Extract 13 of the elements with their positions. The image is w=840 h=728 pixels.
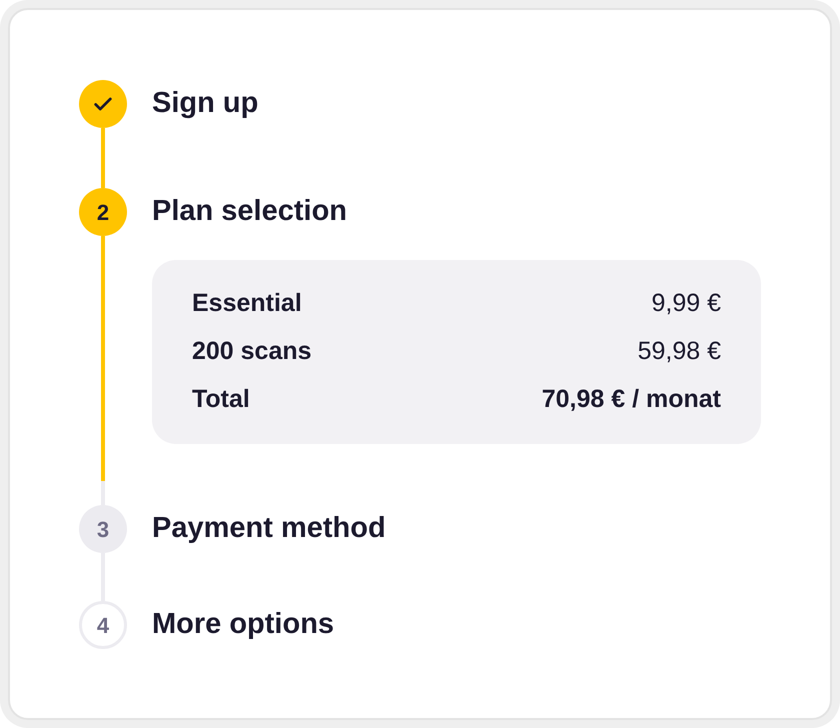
total-price: 70,98 € / monat: [542, 384, 721, 416]
step-title: Plan selection: [152, 194, 348, 230]
price-label: Essential: [192, 288, 302, 320]
step-title: More options: [152, 607, 334, 642]
step-number: 3: [79, 505, 127, 553]
step-number: 4: [79, 601, 127, 649]
step-title: Payment method: [152, 511, 386, 546]
price-value: 9,99 €: [651, 288, 721, 320]
price-label: 200 scans: [192, 336, 312, 368]
step-number: 2: [79, 188, 127, 236]
step-title: Sign up: [152, 86, 258, 122]
price-value: 59,98 €: [638, 336, 721, 368]
price-label: Total: [192, 384, 250, 416]
